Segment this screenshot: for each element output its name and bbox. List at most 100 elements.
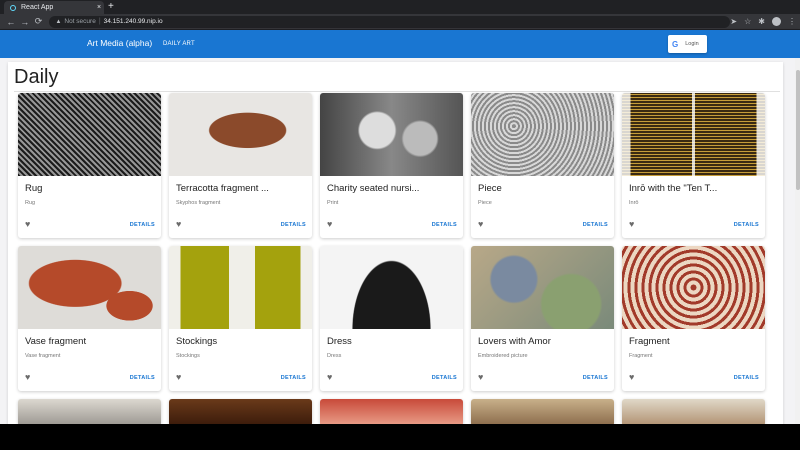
card-subtitle: Inrō (629, 200, 639, 206)
art-card: Inrō with the "Ten T... Inrō ♥ DETAILS (622, 93, 765, 238)
card-image[interactable] (320, 93, 463, 176)
art-card: Piece Piece ♥ DETAILS (471, 93, 614, 238)
art-card: Charity seated nursi... Print ♥ DETAILS (320, 93, 463, 238)
details-button[interactable]: DETAILS (432, 375, 457, 381)
details-button[interactable]: DETAILS (281, 375, 306, 381)
card-subtitle: Rug (25, 200, 36, 206)
nav-daily-art[interactable]: DAILY ART (163, 41, 195, 47)
card-subtitle: Embroidered picture (478, 353, 528, 359)
toolbar-icons: ➤ ☆ ✱ ⋮ (730, 17, 796, 26)
menu-dots-icon[interactable]: ⋮ (788, 17, 796, 26)
card-subtitle: Fragment (629, 353, 653, 359)
card-title: Vase fragment (25, 336, 87, 347)
card-image[interactable] (18, 399, 161, 424)
app-bar: Art Media (alpha) DAILY ART G Login (0, 30, 800, 58)
extensions-icon[interactable]: ✱ (758, 17, 765, 26)
card-title: Piece (478, 183, 502, 194)
favorite-heart-icon[interactable]: ♥ (478, 372, 483, 382)
new-tab-icon[interactable]: + (108, 1, 114, 13)
card-image[interactable] (622, 399, 765, 424)
security-label: Not secure (64, 18, 96, 25)
forward-icon[interactable]: → (18, 17, 32, 27)
card-title: Lovers with Amor (478, 336, 551, 347)
page-title: Daily (14, 66, 59, 88)
favorite-heart-icon[interactable]: ♥ (25, 372, 30, 382)
card-subtitle: Piece (478, 200, 492, 206)
card-title: Inrō with the "Ten T... (629, 183, 718, 194)
details-button[interactable]: DETAILS (432, 222, 457, 228)
favorite-heart-icon[interactable]: ♥ (176, 372, 181, 382)
login-button[interactable]: G Login (668, 35, 707, 53)
details-button[interactable]: DETAILS (130, 375, 155, 381)
details-button[interactable]: DETAILS (130, 222, 155, 228)
art-card: Vase fragment Vase fragment ♥ DETAILS (18, 246, 161, 391)
details-button[interactable]: DETAILS (281, 222, 306, 228)
browser-toolbar: ← → ⟳ ▲ Not secure | 34.151.240.99.nip.i… (0, 14, 800, 30)
login-label: Login (685, 41, 699, 47)
details-button[interactable]: DETAILS (734, 375, 759, 381)
card-image[interactable] (471, 246, 614, 329)
card-image[interactable] (471, 93, 614, 176)
card-image[interactable] (169, 93, 312, 176)
warning-icon[interactable]: ▲ (55, 19, 61, 25)
card-title: Dress (327, 336, 352, 347)
card-image[interactable] (169, 399, 312, 424)
card-image[interactable] (622, 246, 765, 329)
card-subtitle: Dress (327, 353, 342, 359)
card-title: Terracotta fragment ... (176, 183, 269, 194)
share-icon[interactable]: ➤ (730, 17, 737, 26)
art-card (169, 399, 312, 424)
address-bar[interactable]: ▲ Not secure | 34.151.240.99.nip.io (49, 15, 731, 28)
card-subtitle: Vase fragment (25, 353, 61, 359)
art-card (320, 399, 463, 424)
art-card: Dress Dress ♥ DETAILS (320, 246, 463, 391)
google-icon: G (672, 39, 679, 49)
url-text[interactable]: 34.151.240.99.nip.io (104, 18, 163, 25)
card-image[interactable] (320, 399, 463, 424)
art-card (622, 399, 765, 424)
favorite-heart-icon[interactable]: ♥ (176, 219, 181, 229)
art-card: Terracotta fragment ... Skyphos fragment ♥… (169, 93, 312, 238)
card-image[interactable] (18, 246, 161, 329)
card-subtitle: Skyphos fragment (176, 200, 221, 206)
browser-window: React App × + ← → ⟳ ▲ Not secure | 34.15… (0, 0, 800, 424)
profile-avatar-icon[interactable] (772, 17, 781, 26)
card-subtitle: Print (327, 200, 339, 206)
close-tab-icon[interactable]: × (94, 4, 104, 11)
details-button[interactable]: DETAILS (583, 222, 608, 228)
bookmark-star-icon[interactable]: ☆ (744, 17, 751, 26)
favorite-heart-icon[interactable]: ♥ (327, 372, 332, 382)
tab-strip: React App × + (0, 0, 800, 14)
details-button[interactable]: DETAILS (734, 222, 759, 228)
favorite-heart-icon[interactable]: ♥ (327, 219, 332, 229)
back-icon[interactable]: ← (4, 17, 18, 27)
browser-tab[interactable]: React App × (4, 1, 104, 14)
tab-title: React App (21, 4, 54, 11)
scrollbar-thumb[interactable] (796, 70, 800, 190)
main-content: Daily Rug Rug ♥ DETAILS Terracotta fragment… (0, 58, 795, 424)
card-image[interactable] (471, 399, 614, 424)
card-title: Rug (25, 183, 43, 194)
favorite-heart-icon[interactable]: ♥ (478, 219, 483, 229)
details-button[interactable]: DETAILS (583, 375, 608, 381)
card-title: Fragment (629, 336, 670, 347)
card-grid: Rug Rug ♥ DETAILS Terracotta fragment ... Sk… (18, 93, 765, 424)
brand-title[interactable]: Art Media (alpha) (87, 38, 152, 48)
address-separator: | (98, 18, 101, 25)
favorite-heart-icon[interactable]: ♥ (629, 372, 634, 382)
card-image[interactable] (320, 246, 463, 329)
card-image[interactable] (169, 246, 312, 329)
card-image[interactable] (622, 93, 765, 176)
card-image[interactable] (18, 93, 161, 176)
art-card (471, 399, 614, 424)
art-card (18, 399, 161, 424)
reload-icon[interactable]: ⟳ (32, 16, 46, 27)
react-favicon-icon (10, 4, 16, 11)
card-subtitle: Stockings (176, 353, 200, 359)
card-title: Stockings (176, 336, 218, 347)
title-divider (14, 91, 780, 92)
favorite-heart-icon[interactable]: ♥ (25, 219, 30, 229)
art-card: Rug Rug ♥ DETAILS (18, 93, 161, 238)
art-card: Stockings Stockings ♥ DETAILS (169, 246, 312, 391)
favorite-heart-icon[interactable]: ♥ (629, 219, 634, 229)
